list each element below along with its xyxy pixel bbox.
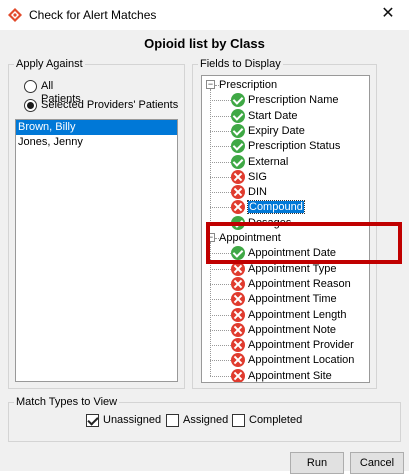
match-types-label: Match Types to View <box>14 396 120 409</box>
app-alert-icon <box>8 8 22 22</box>
tree-connector <box>210 115 231 117</box>
tree-connector <box>210 176 231 178</box>
tree-item[interactable]: Appointment Time <box>248 291 337 307</box>
check-icon <box>231 154 245 169</box>
tree-connector <box>210 161 231 163</box>
tree-connector <box>210 130 231 132</box>
checkbox-label: Completed <box>249 414 303 426</box>
x-icon <box>231 185 245 200</box>
radio-selected-providers[interactable]: Selected Providers' Patients <box>24 99 178 112</box>
checkbox[interactable] <box>232 414 245 427</box>
tree-item[interactable]: Start Date <box>248 108 298 124</box>
x-icon <box>231 368 245 382</box>
tree-item[interactable]: Appointment Reason <box>248 276 351 292</box>
window-title: Check for Alert Matches <box>29 8 157 22</box>
x-icon <box>231 353 245 368</box>
x-icon <box>231 292 245 307</box>
tree-connector <box>210 268 231 270</box>
tree-item[interactable]: Appointment Length <box>248 307 346 323</box>
radio-label: Selected Providers' Patients <box>41 99 179 111</box>
tree-item[interactable]: Appointment Provider <box>248 337 354 353</box>
list-item-patient[interactable]: Jones, Jenny <box>16 135 177 150</box>
list-item-patient[interactable]: Brown, Billy <box>16 120 177 135</box>
x-icon <box>231 322 245 337</box>
radio-all-patients[interactable]: All Patients <box>24 80 81 105</box>
radio-button-selected[interactable] <box>24 99 37 112</box>
check-icon <box>231 123 245 138</box>
tree-item[interactable]: SIG <box>248 169 267 185</box>
x-icon <box>231 169 245 184</box>
highlight-box <box>206 222 402 264</box>
tree-connector <box>210 329 231 331</box>
tree-item[interactable]: Expiry Date <box>248 123 305 139</box>
x-icon <box>231 338 245 353</box>
tree-item[interactable]: External <box>248 154 288 170</box>
tree-connector <box>210 283 231 285</box>
check-icon <box>231 139 245 154</box>
tree-connector <box>210 345 231 347</box>
radio-button[interactable] <box>24 80 37 93</box>
patient-list[interactable]: Brown, Billy Jones, Jenny <box>15 119 178 382</box>
tree-connector <box>210 314 231 316</box>
checkbox-label: Unassigned <box>103 414 162 426</box>
alert-heading: Opioid list by Class <box>144 36 265 51</box>
tree-connector <box>210 192 231 194</box>
close-icon[interactable]: ✕ <box>376 3 400 25</box>
checkbox[interactable] <box>166 414 179 427</box>
check-icon <box>231 108 245 123</box>
checkbox-label: Assigned <box>183 414 229 426</box>
tree-item[interactable]: Prescription Status <box>248 138 340 154</box>
tree-item[interactable]: Prescription Name <box>248 92 338 108</box>
tree-item[interactable]: Appointment Location <box>248 352 354 368</box>
tree-item[interactable]: Appointment Note <box>248 322 336 338</box>
tree-item[interactable]: Compound <box>247 199 305 215</box>
tree-connector <box>210 89 211 223</box>
x-icon <box>231 307 245 322</box>
x-icon <box>231 276 245 291</box>
tree-expander-icon[interactable]: − <box>206 80 215 89</box>
tree-connector <box>210 207 231 209</box>
check-icon <box>231 93 245 108</box>
tree-connector <box>210 100 231 102</box>
checkbox[interactable] <box>86 414 99 427</box>
x-icon <box>231 200 245 215</box>
tree-connector <box>210 360 231 362</box>
tree-item[interactable]: Appointment Site <box>248 368 332 382</box>
tree-connector <box>210 375 231 377</box>
tree-connector <box>210 146 231 148</box>
tree-group-prescription[interactable]: Prescription <box>219 77 277 93</box>
tree-item[interactable]: DIN <box>248 184 267 200</box>
fields-to-display-label: Fields to Display <box>198 58 283 71</box>
apply-against-label: Apply Against <box>14 58 85 71</box>
tree-connector <box>210 299 231 301</box>
